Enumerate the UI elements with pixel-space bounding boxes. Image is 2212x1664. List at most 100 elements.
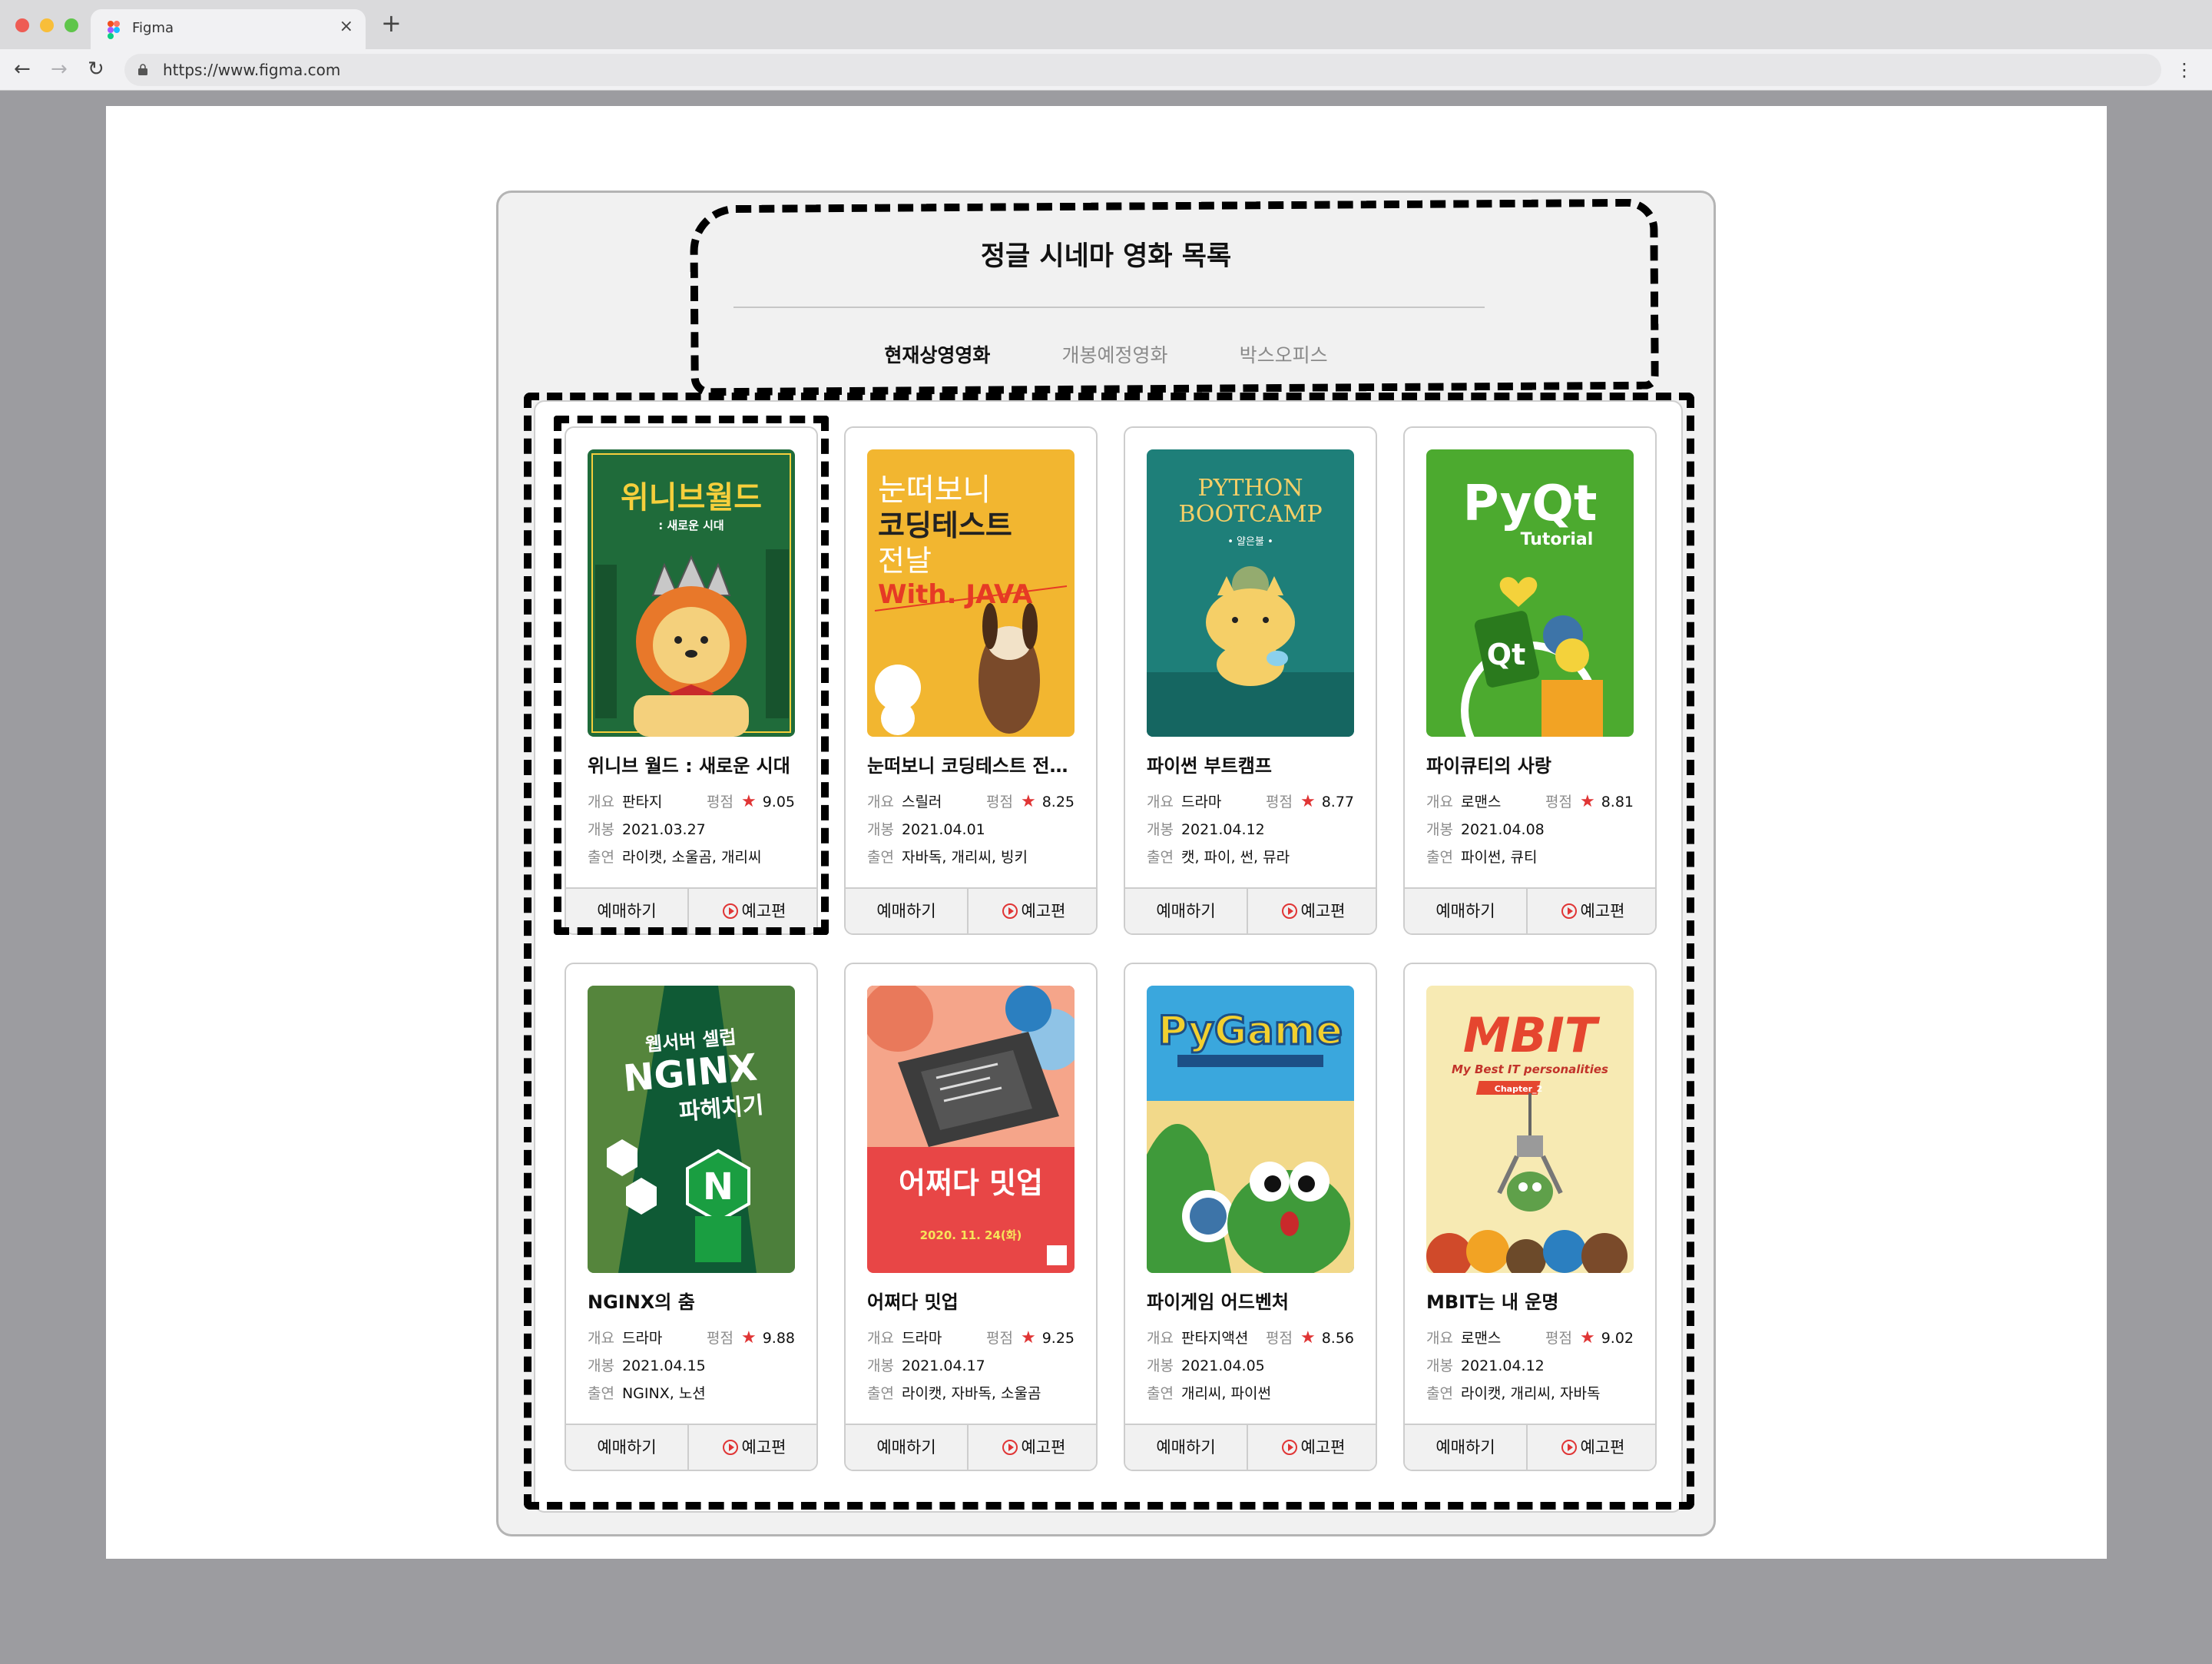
book-button[interactable]: 예매하기 bbox=[1405, 1425, 1528, 1470]
page-title: 정글 시네마 영화 목록 bbox=[980, 241, 1232, 272]
movie-poster[interactable]: PYTHON BOOTCAMP • 얄은불 • bbox=[1147, 449, 1354, 737]
movie-title: 파이썬 부트캠프 bbox=[1147, 755, 1272, 777]
genre-value: 스릴러 bbox=[901, 794, 942, 810]
back-arrow-icon[interactable]: ← bbox=[14, 57, 31, 81]
rating-row: 평점 ★ 8.77 bbox=[1266, 791, 1354, 811]
forward-arrow-icon[interactable]: → bbox=[51, 57, 68, 81]
genre-row: 개요 로맨스 bbox=[1426, 791, 1501, 811]
movie-title: 파이큐티의 사랑 bbox=[1426, 755, 1551, 777]
tab-now-showing[interactable]: 현재상영영화 bbox=[884, 340, 990, 368]
cast-row: 출연 자바독, 개리씨, 빙키 bbox=[867, 846, 1028, 867]
trailer-button[interactable]: 예고편 bbox=[1250, 1425, 1376, 1470]
cast-label: 출연 bbox=[1426, 849, 1453, 866]
movie-poster[interactable]: 눈떠보니 코딩테스트 전날 With. JAVA bbox=[867, 449, 1075, 737]
release-label: 개봉 bbox=[588, 821, 614, 838]
cast-value: 라이캣, 소울곰, 개리씨 bbox=[621, 849, 762, 866]
movie-title: NGINX의 춤 bbox=[588, 1291, 695, 1313]
movie-poster[interactable]: MBIT My Best IT personalities Chapter_2 bbox=[1426, 986, 1634, 1273]
browser-tabbar: Figma × + bbox=[0, 0, 2212, 49]
movie-poster[interactable]: PyQt Tutorial Qt bbox=[1426, 449, 1634, 737]
release-row: 개봉 2021.04.01 bbox=[867, 818, 985, 839]
book-button[interactable]: 예매하기 bbox=[566, 889, 689, 933]
trailer-label: 예고편 bbox=[741, 1438, 786, 1457]
movie-title: 위니브 월드 : 새로운 시대 bbox=[588, 755, 790, 777]
more-menu-icon[interactable]: ⋮ bbox=[2175, 58, 2194, 81]
book-button[interactable]: 예매하기 bbox=[846, 1425, 969, 1470]
cast-value: 라이캣, 자바독, 소울곰 bbox=[901, 1385, 1041, 1402]
star-icon: ★ bbox=[1579, 1328, 1595, 1347]
url-text: https://www.figma.com bbox=[163, 61, 341, 79]
tab-coming-soon[interactable]: 개봉예정영화 bbox=[1061, 340, 1167, 368]
play-icon bbox=[722, 1440, 738, 1455]
card-actions: 예매하기 예고편 bbox=[1405, 887, 1655, 933]
movie-poster[interactable]: 어쩌다 밋업 2020. 11. 24(화) bbox=[867, 986, 1075, 1273]
rating-value: 8.77 bbox=[1321, 794, 1354, 810]
lion-king-icon: 위니브월드 : 새로운 시대 bbox=[588, 449, 795, 737]
book-button[interactable]: 예매하기 bbox=[846, 889, 969, 933]
new-tab-button[interactable]: + bbox=[381, 11, 402, 35]
close-window-button[interactable] bbox=[15, 18, 29, 32]
book-button[interactable]: 예매하기 bbox=[566, 1425, 689, 1470]
star-icon: ★ bbox=[1020, 792, 1036, 811]
svg-text:눈떠보니: 눈떠보니 bbox=[878, 472, 991, 508]
trailer-button[interactable]: 예고편 bbox=[970, 1425, 1096, 1470]
cast-row: 출연 개리씨, 파이썬 bbox=[1147, 1382, 1271, 1403]
rating-label: 평점 bbox=[1545, 794, 1572, 810]
genre-label: 개요 bbox=[588, 1330, 614, 1347]
cast-label: 출연 bbox=[1426, 1385, 1453, 1402]
release-value: 2021.04.15 bbox=[621, 1357, 706, 1374]
cast-value: NGINX, 노션 bbox=[621, 1385, 706, 1402]
svg-text:• 얄은불 •: • 얄은불 • bbox=[1227, 535, 1273, 548]
trailer-label: 예고편 bbox=[1580, 1438, 1625, 1457]
svg-text:Tutorial: Tutorial bbox=[1521, 530, 1594, 549]
cast-value: 자바독, 개리씨, 빙키 bbox=[901, 849, 1028, 866]
book-button[interactable]: 예매하기 bbox=[1125, 889, 1248, 933]
rating-label: 평점 bbox=[706, 794, 733, 810]
maximize-window-button[interactable] bbox=[65, 18, 78, 32]
rating-value: 9.88 bbox=[762, 1330, 795, 1347]
trailer-button[interactable]: 예고편 bbox=[1250, 889, 1376, 933]
trailer-button[interactable]: 예고편 bbox=[1529, 889, 1655, 933]
rating-value: 9.25 bbox=[1041, 1330, 1075, 1347]
reload-icon[interactable]: ↻ bbox=[88, 57, 104, 81]
cast-value: 파이썬, 큐티 bbox=[1460, 849, 1538, 866]
genre-value: 드라마 bbox=[901, 1330, 942, 1347]
rating-label: 평점 bbox=[1265, 794, 1293, 810]
genre-row: 개요 로맨스 bbox=[1426, 1327, 1501, 1347]
rating-row: 평점 ★ 9.88 bbox=[707, 1327, 795, 1347]
nginx-icon: 웹서버 셀럽 NGINX 파헤치기 N bbox=[588, 986, 795, 1273]
minimize-window-button[interactable] bbox=[40, 18, 54, 32]
genre-label: 개요 bbox=[1426, 794, 1453, 810]
trailer-button[interactable]: 예고편 bbox=[970, 889, 1096, 933]
movie-list-frame: 정글 시네마 영화 목록 현재상영영화 개봉예정영화 박스오피스 위니브월드 :… bbox=[496, 191, 1716, 1536]
rating-label: 평점 bbox=[706, 1330, 733, 1347]
release-value: 2021.04.05 bbox=[1181, 1357, 1265, 1374]
trailer-button[interactable]: 예고편 bbox=[690, 1425, 816, 1470]
cast-label: 출연 bbox=[867, 849, 894, 866]
movie-poster[interactable]: 웹서버 셀럽 NGINX 파헤치기 N bbox=[588, 986, 795, 1273]
genre-value: 드라마 bbox=[1181, 794, 1222, 810]
play-icon bbox=[1281, 903, 1297, 919]
trailer-label: 예고편 bbox=[1021, 1438, 1066, 1457]
movie-title: 눈떠보니 코딩테스트 전날 With. JAVA bbox=[867, 755, 1082, 777]
trailer-button[interactable]: 예고편 bbox=[690, 889, 816, 933]
url-field[interactable]: https://www.figma.com bbox=[124, 54, 2161, 86]
star-icon: ★ bbox=[1579, 792, 1595, 811]
book-button[interactable]: 예매하기 bbox=[1125, 1425, 1248, 1470]
card-actions: 예매하기 예고편 bbox=[1405, 1424, 1655, 1470]
cat-icon: PYTHON BOOTCAMP • 얄은불 • bbox=[1147, 449, 1354, 737]
genre-label: 개요 bbox=[1147, 1330, 1174, 1347]
movie-title: MBIT는 내 운명 bbox=[1426, 1291, 1559, 1313]
dog-icon: 눈떠보니 코딩테스트 전날 With. JAVA bbox=[867, 449, 1075, 737]
tab-box-office[interactable]: 박스오피스 bbox=[1240, 340, 1328, 368]
cast-row: 출연 NGINX, 노션 bbox=[588, 1382, 706, 1403]
close-tab-icon[interactable]: × bbox=[339, 17, 353, 36]
rating-value: 8.81 bbox=[1601, 794, 1634, 810]
trailer-button[interactable]: 예고편 bbox=[1529, 1425, 1655, 1470]
play-icon bbox=[1281, 1440, 1297, 1455]
browser-tab[interactable]: Figma × bbox=[91, 9, 366, 49]
book-button[interactable]: 예매하기 bbox=[1405, 889, 1528, 933]
movie-poster[interactable]: PyGame bbox=[1147, 986, 1354, 1273]
movie-poster[interactable]: 위니브월드 : 새로운 시대 bbox=[588, 449, 795, 737]
release-row: 개봉 2021.04.08 bbox=[1426, 818, 1545, 839]
